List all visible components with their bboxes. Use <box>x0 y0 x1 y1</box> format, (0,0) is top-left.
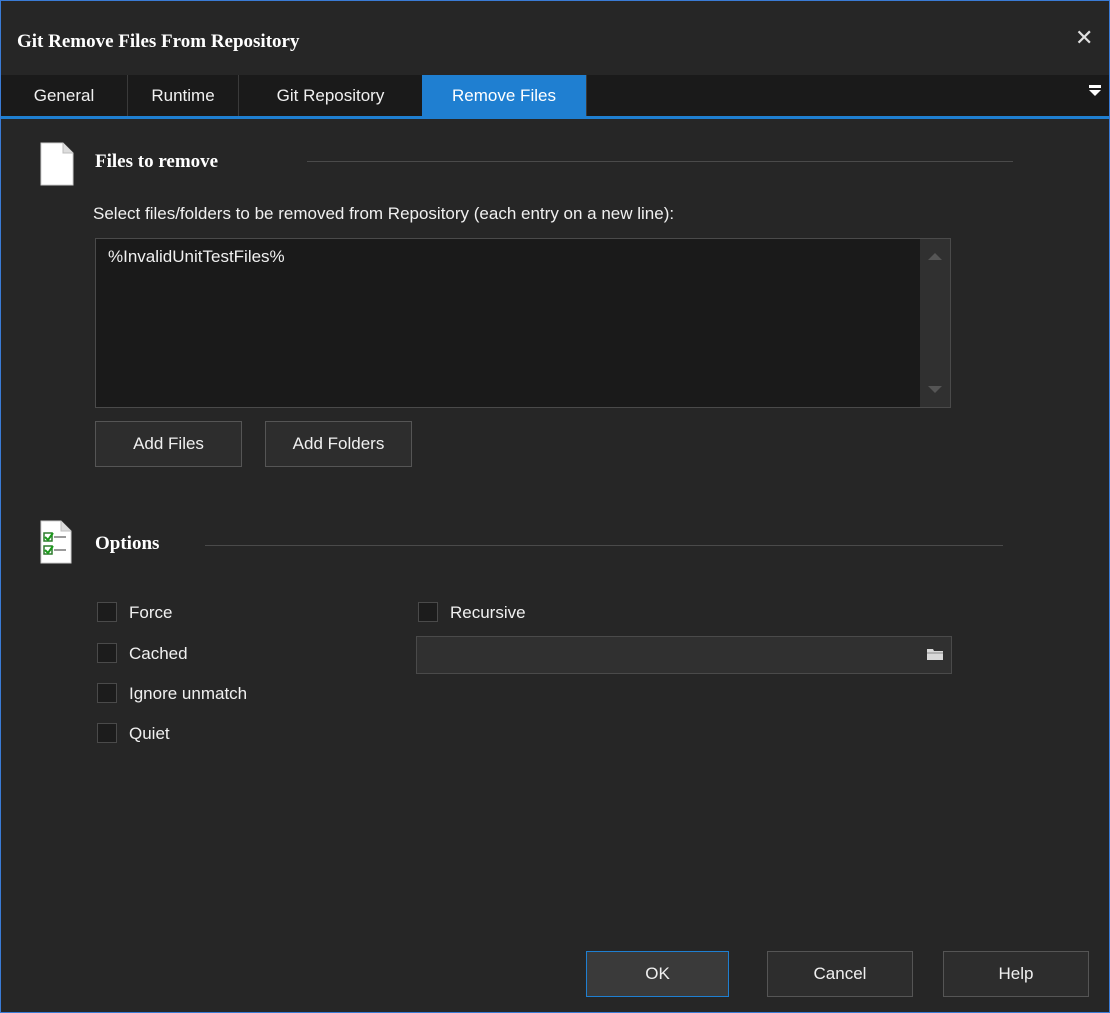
options-section-title: Options <box>95 533 160 554</box>
files-section-divider <box>307 161 1013 162</box>
files-textarea-value: %InvalidUnitTestFiles% <box>108 247 285 266</box>
add-files-button[interactable]: Add Files <box>95 421 242 467</box>
tab-overflow-menu-icon[interactable] <box>1089 85 1101 98</box>
ignore-unmatch-checkbox[interactable] <box>97 683 117 703</box>
help-button[interactable]: Help <box>943 951 1089 997</box>
folder-browse-icon[interactable] <box>927 648 943 660</box>
scroll-up-icon[interactable] <box>928 253 942 260</box>
cached-label: Cached <box>129 644 188 663</box>
tab-content: Files to remove Select files/folders to … <box>1 119 1109 1012</box>
ok-button[interactable]: OK <box>586 951 729 997</box>
quiet-label: Quiet <box>129 724 170 743</box>
force-checkbox[interactable] <box>97 602 117 622</box>
dialog-window: Git Remove Files From Repository ✕ Gener… <box>0 0 1110 1013</box>
scroll-down-icon[interactable] <box>928 386 942 393</box>
quiet-checkbox[interactable] <box>97 723 117 743</box>
cached-checkbox[interactable] <box>97 643 117 663</box>
textarea-scrollbar[interactable] <box>920 239 950 407</box>
recursive-label: Recursive <box>450 603 526 622</box>
document-icon <box>40 142 74 186</box>
title-bar: Git Remove Files From Repository ✕ <box>1 1 1109 67</box>
tab-runtime[interactable]: Runtime <box>128 75 239 116</box>
force-label: Force <box>129 603 173 622</box>
ignore-unmatch-label: Ignore unmatch <box>129 684 248 703</box>
add-folders-button[interactable]: Add Folders <box>265 421 412 467</box>
checklist-icon <box>40 520 72 564</box>
tab-git-repository[interactable]: Git Repository <box>239 75 423 116</box>
recursive-checkbox[interactable] <box>418 602 438 622</box>
path-input[interactable] <box>416 636 952 674</box>
files-instruction-label: Select files/folders to be removed from … <box>93 204 675 223</box>
close-icon[interactable]: ✕ <box>1075 25 1093 51</box>
files-textarea[interactable]: %InvalidUnitTestFiles% <box>95 238 951 408</box>
files-section-title: Files to remove <box>95 151 219 172</box>
options-section-divider <box>205 545 1003 546</box>
tab-bar: General Runtime Git Repository Remove Fi… <box>1 75 1109 119</box>
dialog-title: Git Remove Files From Repository <box>17 31 300 52</box>
tab-general[interactable]: General <box>1 75 128 116</box>
cancel-button[interactable]: Cancel <box>767 951 913 997</box>
tab-remove-files[interactable]: Remove Files <box>422 75 587 116</box>
